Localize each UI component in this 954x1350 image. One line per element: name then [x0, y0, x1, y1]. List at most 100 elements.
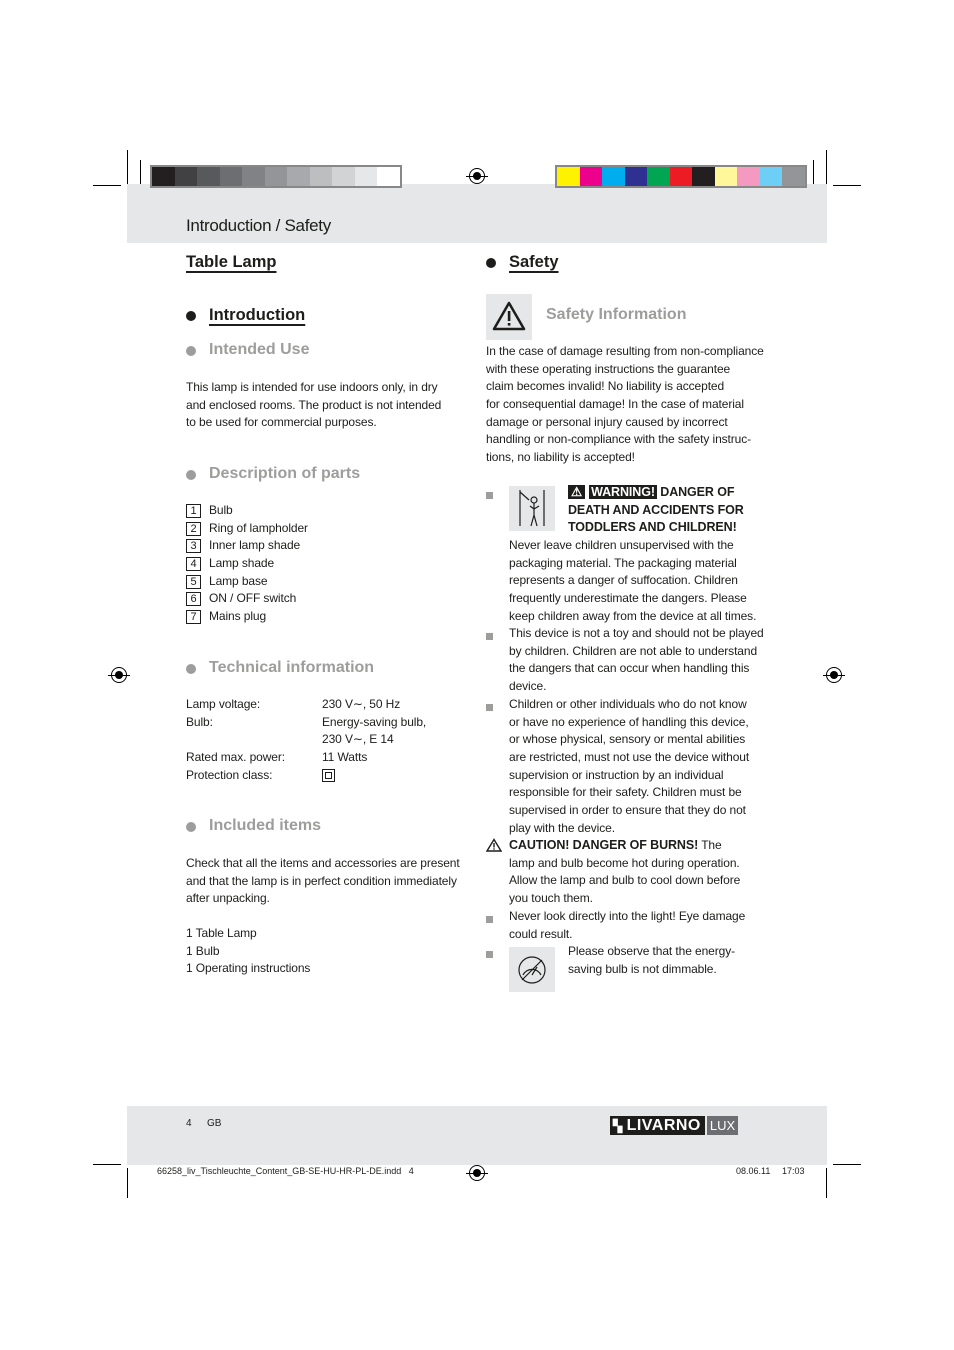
text-line: and enclosed rooms. The product is not i… — [186, 397, 442, 412]
crop-mark — [140, 160, 141, 186]
color-swatch — [714, 167, 737, 186]
bullet-icon — [186, 822, 196, 832]
crop-mark — [833, 185, 861, 186]
protection-class-ii-icon — [322, 768, 335, 782]
text-line: represents a danger of suffocation. Chil… — [509, 573, 738, 588]
brand-suffix: LUX — [706, 1116, 739, 1135]
brand-name: LIVARNO — [626, 1117, 701, 1134]
bullet-icon — [186, 346, 196, 356]
text-line: damage or personal injury caused by inco… — [486, 414, 728, 429]
part-item: 3 Inner lamp shade — [186, 537, 308, 555]
color-swatch — [174, 167, 197, 186]
text-line: could result. — [509, 926, 573, 941]
part-number: 6 — [186, 592, 201, 607]
introduction-heading: Introduction — [209, 306, 306, 324]
intended-use-text: This lamp is intended for use indoors on… — [186, 379, 441, 432]
tech-row: Protection class: — [186, 767, 335, 785]
color-swatch — [309, 167, 332, 186]
registration-mark-icon — [823, 667, 845, 683]
not-dimmable-icon — [509, 947, 555, 992]
color-swatch — [759, 167, 782, 186]
tech-row: Bulb: Energy-saving bulb, — [186, 714, 426, 732]
color-swatch — [377, 167, 400, 186]
bullet-icon — [486, 492, 493, 499]
color-swatch — [354, 167, 377, 186]
text-line: after unpacking. — [186, 891, 270, 906]
bullet-text: Children or other individuals who do not… — [509, 696, 749, 838]
technical-table: Lamp voltage: 230 V∼, 50 Hz Bulb: Energy-sa… — [186, 696, 426, 785]
color-swatch — [242, 167, 265, 186]
text-line: handling or non-compliance with the safe… — [486, 432, 752, 447]
tech-row: Lamp voltage: 230 V∼, 50 Hz — [186, 696, 400, 714]
text-line: tions, no liability is accepted! — [486, 450, 635, 465]
product-title: Table Lamp — [186, 253, 277, 271]
part-label: Bulb — [209, 503, 233, 517]
tech-label: Protection class: — [186, 767, 273, 782]
color-swatch — [624, 167, 647, 186]
text-line: packaging material. The packaging materi… — [509, 555, 737, 570]
child-hazard-icon — [509, 486, 555, 531]
livarno-lux-logo: ▚ LIVARNO LUX — [610, 1116, 739, 1135]
text-line: Check that all the items and accessories… — [186, 856, 460, 870]
color-swatch — [332, 167, 355, 186]
text-line: Please observe that the energy- — [568, 944, 736, 958]
bullet-icon — [486, 633, 493, 640]
crop-mark — [813, 160, 814, 186]
text-line: frequently underestimate the dangers. Pl… — [509, 591, 747, 606]
safety-heading: Safety — [509, 253, 559, 271]
file-name: 66258_liv_Tischleuchte_Content_GB-SE-HU-… — [157, 1166, 414, 1176]
text-line: or whose physical, sensory or mental abi… — [509, 732, 746, 747]
registration-mark-icon — [108, 667, 130, 683]
text-line: Never look directly into the light! Eye … — [509, 909, 746, 923]
crop-mark — [127, 1168, 128, 1198]
part-item: 6 ON / OFF switch — [186, 590, 308, 608]
caution-triangle-icon — [485, 838, 503, 857]
bullet-icon — [186, 664, 196, 674]
tech-label: Bulb: — [186, 714, 213, 729]
crop-mark — [127, 150, 128, 185]
page-title: Introduction / Safety — [186, 216, 331, 235]
text-line: are restricted, must not use the device … — [509, 750, 750, 765]
bullet-icon — [486, 951, 493, 958]
color-swatch — [152, 167, 175, 186]
included-heading: Included items — [209, 817, 322, 834]
warning-badge: WARNING! — [589, 485, 657, 499]
text-line: This lamp is intended for use indoors on… — [186, 380, 438, 394]
warning-triangle-icon: ⚠ — [568, 485, 586, 499]
color-swatch — [579, 167, 602, 186]
cmyk-color-bar — [555, 165, 807, 188]
text-line: keep children away from the device at al… — [509, 608, 757, 623]
crop-mark — [826, 1168, 827, 1198]
text-line: supervision or instruction by an individ… — [509, 767, 724, 782]
tech-row: 230 V∼, E 14 — [186, 731, 394, 749]
warning-text: Never leave children unsupervised with t… — [509, 537, 756, 625]
list-item: 1 Table Lamp — [186, 926, 257, 940]
text-line: supervised in order to ensure that they … — [509, 803, 746, 818]
gray-color-bar — [150, 165, 402, 188]
bullet-text: Please observe that the energy-saving bu… — [568, 943, 735, 978]
page-number: 4 — [186, 1118, 192, 1129]
parts-heading: Description of parts — [209, 465, 361, 482]
bullet-icon — [186, 311, 196, 321]
text-line: by children. Children are not able to un… — [509, 643, 758, 658]
tech-value: 230 V∼, 50 Hz — [322, 697, 401, 711]
tech-value: 11 Watts — [322, 750, 368, 765]
caution-text: CAUTION! DANGER OF BURNS! The lamp and b… — [509, 837, 740, 908]
color-swatch — [782, 167, 805, 186]
text-line: This device is not a toy and should not … — [509, 626, 764, 640]
color-swatch — [737, 167, 760, 186]
text-line: play with the device. — [509, 820, 615, 835]
color-swatch — [669, 167, 692, 186]
text-line: Allow the lamp and bulb to cool down bef… — [509, 873, 741, 888]
part-label: Lamp base — [209, 573, 268, 588]
text-line: with these operating instructions the gu… — [486, 361, 731, 376]
list-item: 1 Operating instructions — [186, 961, 311, 976]
tech-label: Lamp voltage: — [186, 697, 261, 711]
text-line: device. — [509, 679, 547, 694]
part-item: 5 Lamp base — [186, 573, 308, 591]
technical-heading: Technical information — [209, 659, 375, 676]
tech-value: 230 V∼, E 14 — [322, 732, 394, 747]
part-label: Ring of lampholder — [209, 520, 308, 535]
warning-heading: ⚠ WARNING! DANGER OF DEATH AND ACCIDENTS … — [568, 484, 744, 537]
text-line: lamp and bulb become hot during operatio… — [509, 855, 740, 870]
